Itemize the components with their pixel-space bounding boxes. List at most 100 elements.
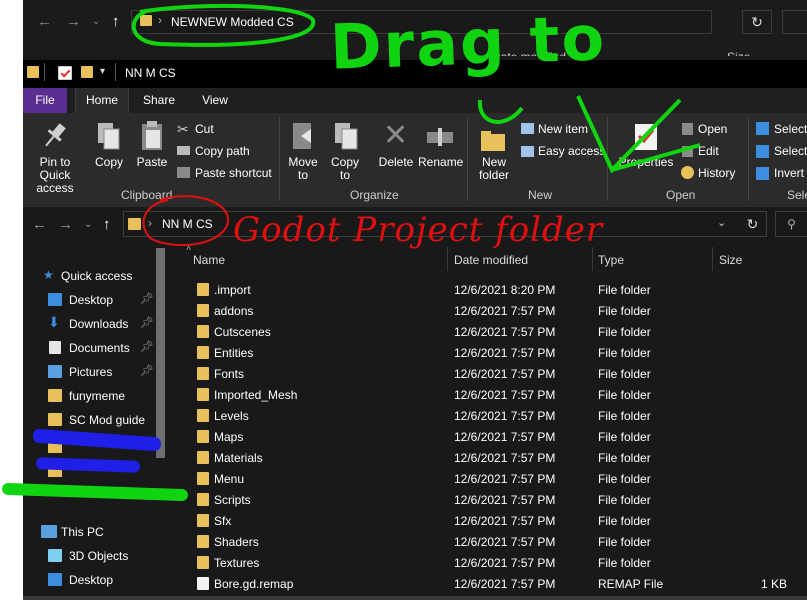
open-button[interactable]: Open [698, 122, 727, 136]
back-window-recent-icon[interactable]: ⌄ [92, 16, 100, 27]
file-row[interactable]: Levels 12/6/2021 7:57 PM File folder [185, 405, 807, 426]
delete-button[interactable]: Delete [375, 156, 417, 169]
nav-item-desktop-pc[interactable]: Desktop [23, 568, 163, 592]
move-to-icon [291, 121, 319, 153]
invert-selection-button[interactable]: Invert [774, 166, 804, 180]
file-row[interactable]: Shaders 12/6/2021 7:57 PM File folder [185, 531, 807, 552]
folder-icon [48, 389, 62, 402]
nav-item-documents[interactable]: Documents 📌︎ [23, 336, 163, 360]
pin-icon[interactable]: 📌︎ [140, 292, 154, 305]
address-path[interactable]: NN M CS [162, 217, 213, 231]
customize-toolbar-icon[interactable]: ▾ [100, 66, 105, 77]
pin-icon[interactable]: 📌︎ [140, 340, 154, 353]
select-none-button[interactable]: Select [774, 144, 807, 158]
file-row[interactable]: Maps 12/6/2021 7:57 PM File folder [185, 426, 807, 447]
file-name: Fonts [214, 367, 245, 381]
file-row[interactable]: .import 12/6/2021 8:20 PM File folder [185, 279, 807, 300]
new-folder-icon[interactable] [81, 66, 93, 78]
pin-to-quick-access-button[interactable]: Pin to Quick access [23, 156, 87, 195]
edit-button[interactable]: Edit [698, 144, 719, 158]
select-none-icon [756, 145, 769, 158]
tab-home[interactable]: Home [75, 88, 129, 113]
back-window-refresh-icon[interactable]: ↻ [742, 10, 772, 34]
file-row[interactable]: Cutscenes 12/6/2021 7:57 PM File folder [185, 321, 807, 342]
forward-icon[interactable]: → [58, 216, 73, 233]
file-name: Scripts [214, 493, 251, 507]
file-name: Levels [214, 409, 249, 423]
up-icon[interactable]: ↑ [103, 216, 111, 233]
file-row[interactable]: Entities 12/6/2021 7:57 PM File folder [185, 342, 807, 363]
recent-locations-icon[interactable]: ⌄ [84, 219, 92, 230]
pin-icon[interactable]: 📌︎ [140, 316, 154, 329]
select-all-button[interactable]: Select [774, 122, 807, 136]
3d-objects-icon [48, 549, 62, 562]
nav-item-funymeme[interactable]: funymeme [23, 384, 163, 408]
edit-icon [682, 146, 693, 157]
rename-button[interactable]: Rename [418, 156, 463, 169]
easy-access-button[interactable]: Easy access [538, 144, 605, 158]
file-row[interactable]: Materials 12/6/2021 7:57 PM File folder [185, 447, 807, 468]
invert-selection-icon [756, 167, 769, 180]
search-input[interactable]: ⚲ [775, 211, 807, 237]
chevron-right-icon: › [158, 13, 162, 27]
folder-icon [197, 304, 209, 317]
nav-item-quick-access[interactable]: ★ Quick access [23, 264, 163, 288]
refresh-icon[interactable]: ↻ [738, 211, 767, 237]
back-window-search-box[interactable] [782, 10, 807, 34]
copy-to-button[interactable]: Copy to [327, 156, 363, 182]
nav-item-pictures[interactable]: Pictures 📌︎ [23, 360, 163, 384]
file-row[interactable]: Textures 12/6/2021 7:57 PM File folder [185, 552, 807, 573]
nav-label: Downloads [69, 317, 129, 331]
folder-icon [128, 218, 141, 230]
paste-button[interactable]: Paste [133, 156, 171, 169]
nav-label: 3D Objects [69, 549, 129, 563]
nav-scrollbar[interactable] [156, 248, 165, 458]
file-type: File folder [598, 451, 651, 465]
copy-path-button[interactable]: Copy path [195, 144, 250, 158]
file-type: File folder [598, 535, 651, 549]
cut-button[interactable]: Cut [195, 122, 214, 136]
computer-icon [41, 525, 57, 538]
pin-icon[interactable]: 📌︎ [140, 364, 154, 377]
clipboard-group-label: Clipboard [121, 188, 173, 202]
back-window-up-icon[interactable]: ↑ [112, 13, 120, 30]
new-folder-button[interactable]: New folder [474, 156, 514, 182]
nav-item-3d-objects[interactable]: 3D Objects [23, 544, 163, 568]
nav-label: This PC [61, 525, 104, 539]
history-button[interactable]: History [698, 166, 735, 180]
file-date: 12/6/2021 7:57 PM [454, 304, 556, 318]
properties-icon[interactable] [58, 66, 72, 80]
paste-shortcut-button[interactable]: Paste shortcut [195, 166, 272, 180]
column-header-name[interactable]: Name [193, 253, 225, 267]
column-header-date[interactable]: Date modified [454, 253, 528, 267]
file-name: Maps [214, 430, 244, 444]
file-row[interactable]: Bore.gd.remap 12/6/2021 7:57 PM REMAP File… [185, 573, 807, 594]
paste-shortcut-icon [177, 167, 190, 178]
properties-button[interactable]: Properties [614, 156, 678, 169]
open-icon [682, 123, 693, 135]
nav-item-desktop[interactable]: Desktop 📌︎ [23, 288, 163, 312]
file-row[interactable]: Menu 12/6/2021 7:57 PM File folder [185, 468, 807, 489]
file-row[interactable]: Scripts 12/6/2021 7:57 PM File folder [185, 489, 807, 510]
new-item-button[interactable]: New item [538, 122, 588, 136]
tab-share[interactable]: Share [136, 88, 182, 113]
file-row[interactable]: Imported_Mesh 12/6/2021 7:57 PM File folde… [185, 384, 807, 405]
nav-item-downloads[interactable]: ⬇ Downloads 📌︎ [23, 312, 163, 336]
nav-item-this-pc[interactable]: This PC [23, 520, 163, 544]
back-icon[interactable]: ← [32, 216, 47, 233]
copy-button[interactable]: Copy [91, 156, 127, 169]
back-window-back-icon[interactable]: ← [37, 13, 52, 30]
file-row[interactable]: Fonts 12/6/2021 7:57 PM File folder [185, 363, 807, 384]
address-bar[interactable] [123, 211, 767, 237]
chevron-down-icon[interactable]: ⌄ [717, 216, 726, 229]
file-row[interactable]: Sfx 12/6/2021 7:57 PM File folder [185, 510, 807, 531]
file-date: 12/6/2021 8:20 PM [454, 283, 556, 297]
file-row[interactable]: addons 12/6/2021 7:57 PM File folder [185, 300, 807, 321]
column-header-type[interactable]: Type [598, 253, 624, 267]
move-to-button[interactable]: Move to [285, 156, 321, 182]
tab-file[interactable]: File [23, 88, 67, 113]
horizontal-scrollbar[interactable] [23, 596, 807, 600]
back-window-forward-icon[interactable]: → [66, 13, 81, 30]
tab-view[interactable]: View [192, 88, 238, 113]
column-header-size[interactable]: Size [719, 253, 742, 267]
